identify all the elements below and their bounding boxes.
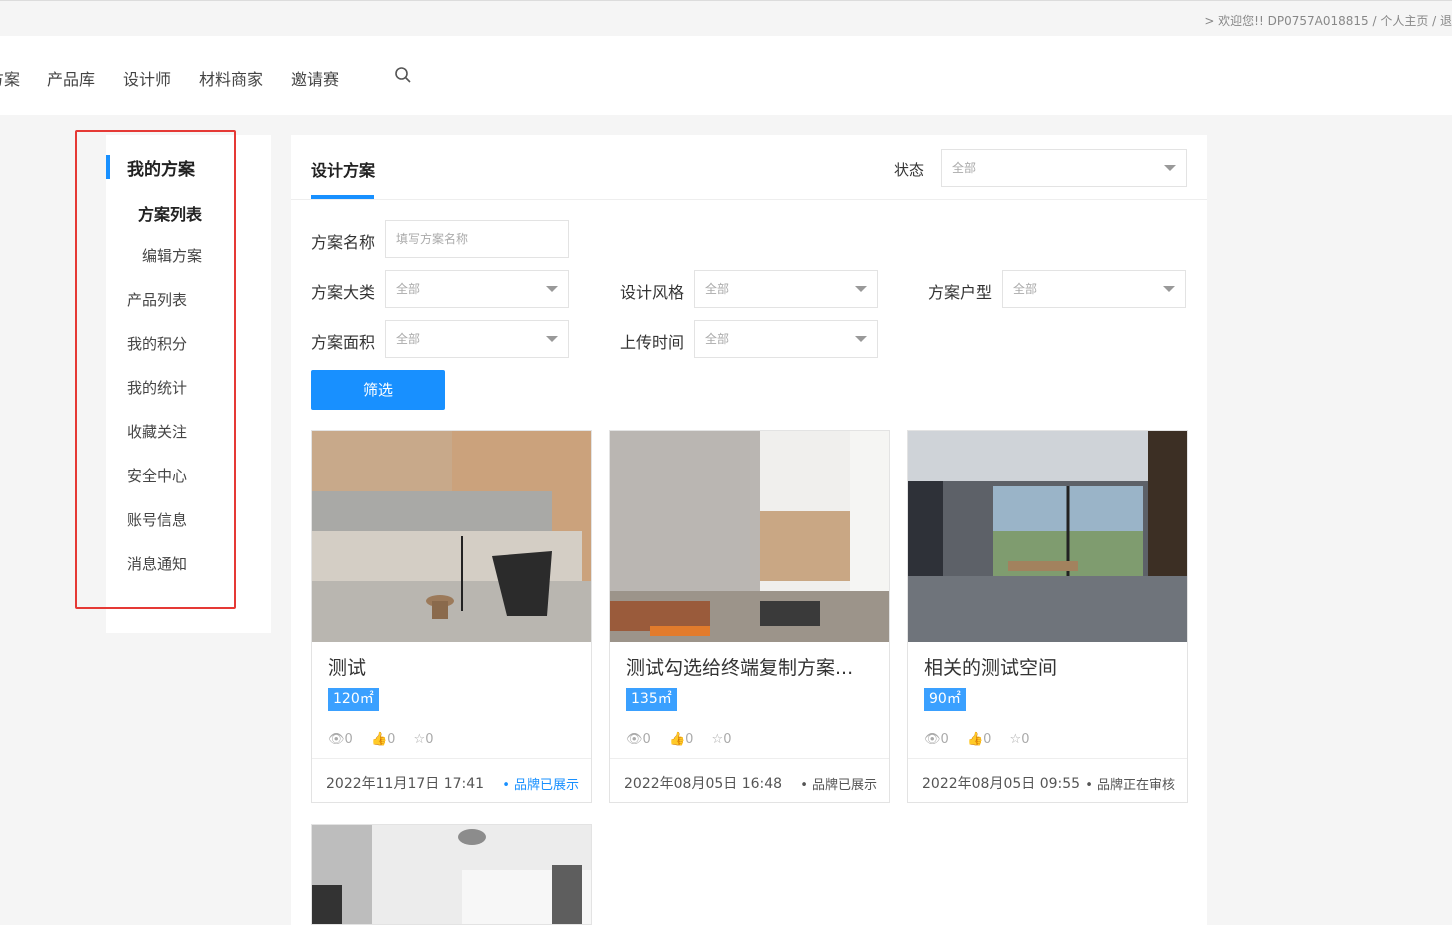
style-select[interactable]: 全部 — [694, 270, 878, 308]
likes-stat: 👍0 — [668, 732, 694, 747]
chevron-down-icon — [1163, 286, 1175, 292]
status-label: 状态 — [894, 161, 925, 179]
plan-card[interactable]: 相关的测试空间 90㎡ 👁0 👍0 ☆0 2022年08月05日 09:55 •… — [907, 430, 1188, 803]
views-stat: 👁0 — [924, 732, 949, 747]
chevron-down-icon — [546, 336, 558, 342]
tab-design-plans[interactable]: 设计方案 — [311, 157, 375, 181]
top-bar: > 欢迎您!! DP0757A018815 / 个人主页 / 退 — [0, 0, 1452, 36]
plan-card[interactable]: 测试 120㎡ 👁0 👍0 ☆0 2022年11月17日 17:41 • 品牌已… — [311, 430, 592, 803]
plan-name-input[interactable]: 填写方案名称 — [385, 220, 569, 258]
chevron-down-icon — [855, 336, 867, 342]
upload-time-select-value: 全部 — [705, 332, 730, 346]
search-icon[interactable] — [394, 66, 412, 88]
plan-stats: 👁0 👍0 ☆0 — [626, 732, 745, 747]
star-icon: ☆ — [1009, 732, 1022, 747]
filter-label-style: 设计风格 — [620, 283, 685, 302]
plan-thumbnail[interactable] — [908, 431, 1187, 642]
nav-item-designers[interactable]: 设计师 — [123, 66, 171, 90]
category-select[interactable]: 全部 — [385, 270, 569, 308]
tab-underline — [311, 195, 374, 199]
nav-item-material-vendors[interactable]: 材料商家 — [199, 66, 263, 90]
plan-stats: 👁0 👍0 ☆0 — [328, 732, 447, 747]
plan-name-placeholder: 填写方案名称 — [396, 232, 469, 246]
nav-item-plans[interactable]: 方案 — [0, 66, 20, 90]
chevron-down-icon — [546, 286, 558, 292]
plan-title[interactable]: 相关的测试空间 — [924, 653, 1174, 680]
status-select[interactable]: 全部 — [941, 149, 1187, 187]
plan-date: 2022年08月05日 09:55 — [922, 776, 1081, 792]
nav-item-products[interactable]: 产品库 — [47, 66, 95, 90]
tab-bar: 设计方案 状态 全部 — [291, 135, 1207, 200]
main-panel: 设计方案 状态 全部 方案名称 填写方案名称 方案大类 全部 设计风格 全部 方… — [291, 135, 1207, 925]
area-badge: 135㎡ — [626, 688, 677, 711]
likes-stat: 👍0 — [370, 732, 396, 747]
favorites-stat: ☆0 — [413, 732, 434, 747]
user-welcome-links[interactable]: > 欢迎您!! DP0757A018815 / 个人主页 / 退 — [1204, 12, 1452, 29]
plan-date: 2022年08月05日 16:48 — [624, 776, 783, 792]
card-footer: 2022年08月05日 16:48 • 品牌已展示 — [610, 758, 889, 802]
plan-date: 2022年11月17日 17:41 — [326, 776, 485, 792]
star-icon: ☆ — [711, 732, 724, 747]
filter-button[interactable]: 筛选 — [311, 370, 445, 410]
plan-title[interactable]: 测试勾选给终端复制方案... — [626, 653, 876, 680]
favorites-stat: ☆0 — [711, 732, 732, 747]
plan-thumbnail[interactable] — [312, 431, 591, 642]
main-nav: 方案 产品库 设计师 材料商家 邀请赛 — [0, 36, 1452, 115]
plan-card[interactable] — [311, 824, 592, 925]
house-type-select-value: 全部 — [1013, 282, 1038, 296]
upload-time-select[interactable]: 全部 — [694, 320, 878, 358]
filter-label-area: 方案面积 — [311, 333, 376, 352]
star-icon: ☆ — [413, 732, 426, 747]
likes-stat: 👍0 — [966, 732, 992, 747]
plan-stats: 👁0 👍0 ☆0 — [924, 732, 1043, 747]
plan-state: • 品牌已展示 — [800, 778, 877, 793]
filter-label-name: 方案名称 — [311, 233, 376, 252]
chevron-down-icon — [855, 286, 867, 292]
eye-icon: 👁 — [328, 732, 345, 747]
highlight-box — [75, 130, 236, 609]
favorites-stat: ☆0 — [1009, 732, 1030, 747]
area-select-value: 全部 — [396, 332, 421, 346]
views-stat: 👁0 — [328, 732, 353, 747]
house-type-select[interactable]: 全部 — [1002, 270, 1186, 308]
filter-label-house-type: 方案户型 — [928, 283, 993, 302]
views-stat: 👁0 — [626, 732, 651, 747]
plan-card[interactable]: 测试勾选给终端复制方案... 135㎡ 👁0 👍0 ☆0 2022年08月05日… — [609, 430, 890, 803]
plan-state: • 品牌正在审核 — [1085, 778, 1175, 793]
eye-icon: 👁 — [626, 732, 643, 747]
eye-icon: 👁 — [924, 732, 941, 747]
plan-title[interactable]: 测试 — [328, 653, 578, 680]
plan-thumbnail[interactable] — [610, 431, 889, 642]
card-footer: 2022年11月17日 17:41 • 品牌已展示 — [312, 758, 591, 802]
filter-label-category: 方案大类 — [311, 283, 376, 302]
area-select[interactable]: 全部 — [385, 320, 569, 358]
thumbs-up-icon: 👍 — [370, 732, 388, 747]
filter-label-upload-time: 上传时间 — [620, 333, 685, 352]
area-badge: 90㎡ — [924, 688, 966, 711]
plan-state: • 品牌已展示 — [502, 778, 579, 793]
thumbs-up-icon: 👍 — [668, 732, 686, 747]
card-footer: 2022年08月05日 09:55 • 品牌正在审核 — [908, 758, 1187, 802]
plan-thumbnail[interactable] — [312, 825, 591, 925]
nav-item-contest[interactable]: 邀请赛 — [291, 66, 339, 90]
thumbs-up-icon: 👍 — [966, 732, 984, 747]
area-badge: 120㎡ — [328, 688, 379, 711]
status-select-value: 全部 — [952, 161, 977, 175]
category-select-value: 全部 — [396, 282, 421, 296]
chevron-down-icon — [1164, 165, 1176, 171]
style-select-value: 全部 — [705, 282, 730, 296]
